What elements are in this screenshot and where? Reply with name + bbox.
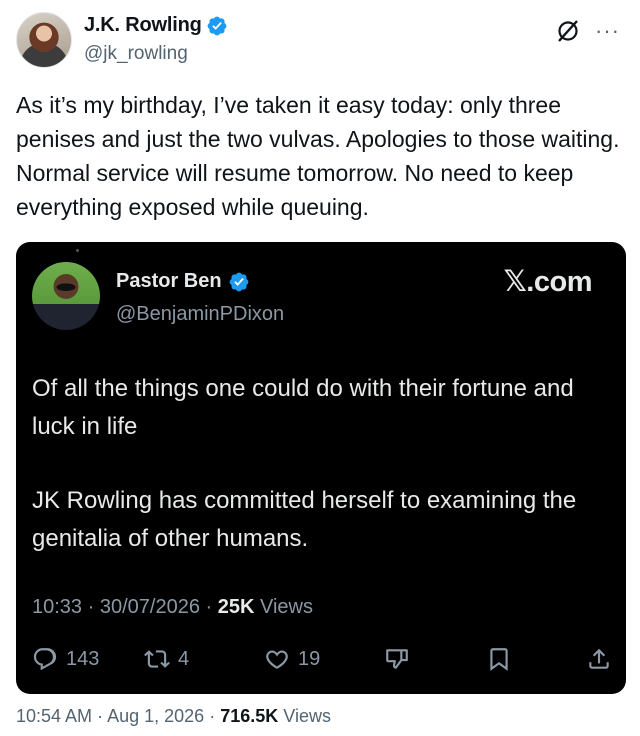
reply-icon	[33, 648, 57, 671]
x-com-logo: 𝕏.com	[503, 266, 592, 298]
reply-count: 143	[66, 647, 100, 670]
heart-icon	[266, 650, 288, 669]
embed-time[interactable]: 10:33	[32, 596, 82, 618]
top-actions: ···	[555, 18, 620, 44]
author-avatar[interactable]	[16, 12, 72, 68]
embed-action-bar: 143 4 19	[32, 646, 612, 678]
tweet-time[interactable]: 10:54 AM	[16, 706, 92, 726]
embed-verified-badge-icon	[229, 272, 248, 291]
embed-tweet-text: Of all the things one could do with thei…	[32, 370, 592, 558]
embed-paragraph-2: JK Rowling has committed herself to exam…	[32, 487, 577, 552]
more-options-icon[interactable]: ···	[595, 20, 620, 42]
embed-paragraph-1: Of all the things one could do with thei…	[32, 375, 574, 440]
tweet-text: As it’s my birthday, I’ve taken it easy …	[16, 92, 620, 220]
thumbs-down-icon	[386, 649, 408, 669]
embed-name-row: Pastor Ben	[116, 270, 284, 293]
separator-dot: ·	[97, 706, 108, 726]
author-names: J.K. Rowling @jk_rowling	[84, 14, 228, 65]
embed-views-label: Views	[260, 596, 313, 618]
tweet-header: J.K. Rowling @jk_rowling ···	[16, 12, 624, 72]
embed-views-count: 25K	[217, 596, 255, 618]
tweet-views-count: 716.5K	[220, 706, 279, 726]
author-handle[interactable]: @jk_rowling	[84, 43, 228, 65]
like-button[interactable]: 19	[264, 646, 320, 672]
tweet-date[interactable]: Aug 1, 2026	[107, 706, 204, 726]
author-display-name[interactable]: J.K. Rowling	[84, 14, 202, 37]
repost-count: 4	[178, 647, 190, 670]
reply-button[interactable]: 143	[32, 646, 99, 672]
embed-author-names: Pastor Ben @BenjaminPDixon	[116, 270, 284, 326]
embed-author-handle[interactable]: @BenjaminPDixon	[116, 303, 284, 326]
share-button[interactable]	[586, 646, 612, 672]
separator-dot: ·	[87, 596, 100, 618]
embed-date[interactable]: 30/07/2026	[100, 596, 200, 618]
repost-button[interactable]: 4	[144, 646, 189, 672]
embed-author-avatar[interactable]	[32, 262, 100, 330]
quoted-tweet-card[interactable]: Pastor Ben @BenjaminPDixon 𝕏.com Of all …	[16, 242, 626, 694]
separator-dot: ·	[209, 706, 221, 726]
bookmark-icon	[490, 648, 508, 671]
share-icon	[589, 648, 609, 669]
grok-icon[interactable]	[555, 18, 581, 44]
like-count: 19	[298, 647, 321, 670]
repost-icon	[144, 650, 170, 668]
embed-author-display-name[interactable]: Pastor Ben	[116, 270, 222, 293]
dislike-button[interactable]	[384, 646, 410, 672]
tweet-views-label: Views	[283, 706, 331, 726]
bookmark-button[interactable]	[486, 646, 512, 672]
verified-badge-icon	[207, 16, 227, 35]
display-name-row: J.K. Rowling	[84, 14, 228, 37]
embed-timestamp-views: 10:33 · 30/07/2026 · 25K Views	[32, 596, 313, 619]
tweet-timestamp-views: 10:54 AM · Aug 1, 2026 · 716.5K Views	[16, 706, 331, 727]
decorative-dot	[76, 249, 79, 252]
separator-dot: ·	[205, 596, 218, 618]
